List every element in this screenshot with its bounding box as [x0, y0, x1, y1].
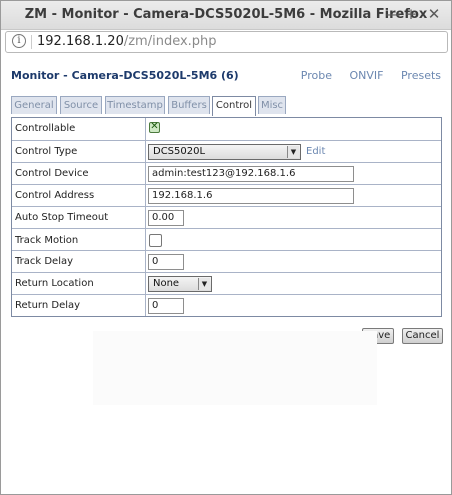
track-delay-label: Track Delay: [15, 256, 74, 267]
tab-source[interactable]: Source: [60, 96, 102, 114]
chevron-down-icon: ▼: [287, 146, 299, 158]
control-type-label: Control Type: [15, 146, 78, 157]
return-location-value: None: [153, 278, 180, 289]
presets-link[interactable]: Presets: [401, 69, 441, 82]
control-type-select[interactable]: DCS5020L ▼: [148, 144, 301, 160]
tab-misc[interactable]: Misc: [258, 96, 286, 114]
chevron-down-icon: ▼: [198, 278, 210, 290]
page-title: Monitor - Camera-DCS5020L-5M6 (6): [11, 69, 239, 82]
row-control-device: Control Device admin:test123@192.168.1.6: [12, 162, 441, 185]
control-type-value: DCS5020L: [153, 146, 206, 157]
minimize-button[interactable]: —: [384, 5, 402, 23]
onvif-link[interactable]: ONVIF: [349, 69, 383, 82]
tab-buffers[interactable]: Buffers: [168, 96, 210, 114]
url-host: 192.168.1.20: [37, 34, 124, 49]
control-address-input[interactable]: 192.168.1.6: [148, 188, 354, 204]
control-settings-table: Controllable ✕ Control Type DCS5020L ▼ E…: [11, 117, 442, 317]
control-device-label: Control Device: [15, 168, 89, 179]
control-device-input[interactable]: admin:test123@192.168.1.6: [148, 166, 354, 182]
row-return-delay: Return Delay 0: [12, 294, 441, 317]
url-text[interactable]: 192.168.1.20/zm/index.php: [37, 34, 217, 49]
tab-general[interactable]: General: [11, 96, 57, 114]
url-path: /zm/index.php: [123, 34, 217, 49]
track-motion-checkbox[interactable]: [149, 234, 162, 247]
check-mark-icon: ✕: [150, 121, 159, 132]
controllable-checkbox[interactable]: ✕: [149, 121, 160, 133]
row-auto-stop-timeout: Auto Stop Timeout 0.00: [12, 206, 441, 229]
info-icon[interactable]: i: [12, 34, 26, 48]
top-links: Probe ONVIF Presets: [287, 69, 441, 82]
control-address-label: Control Address: [15, 190, 95, 201]
control-type-edit-link[interactable]: Edit: [306, 146, 325, 157]
auto-stop-timeout-label: Auto Stop Timeout: [15, 212, 109, 223]
browser-window: ZM - Monitor - Camera-DCS5020L-5M6 - Moz…: [0, 0, 452, 495]
row-controllable: Controllable ✕: [12, 118, 441, 140]
row-track-delay: Track Delay 0: [12, 250, 441, 273]
return-delay-input[interactable]: 0: [148, 298, 184, 314]
row-control-type: Control Type DCS5020L ▼ Edit: [12, 140, 441, 163]
probe-link[interactable]: Probe: [301, 69, 332, 82]
return-location-select[interactable]: None ▼: [148, 276, 212, 292]
tab-control[interactable]: Control: [212, 96, 256, 116]
controllable-label: Controllable: [15, 123, 76, 134]
auto-stop-timeout-input[interactable]: 0.00: [148, 210, 184, 226]
title-bar: ZM - Monitor - Camera-DCS5020L-5M6 - Moz…: [1, 1, 451, 30]
return-location-label: Return Location: [15, 278, 94, 289]
row-control-address: Control Address 192.168.1.6: [12, 184, 441, 207]
track-motion-label: Track Motion: [15, 235, 79, 246]
cancel-button[interactable]: Cancel: [402, 328, 443, 344]
return-delay-label: Return Delay: [15, 300, 81, 311]
track-delay-input[interactable]: 0: [148, 254, 184, 270]
tab-timestamp[interactable]: Timestamp: [105, 96, 165, 114]
row-return-location: Return Location None ▼: [12, 272, 441, 295]
maximize-button[interactable]: +: [402, 5, 420, 23]
row-track-motion: Track Motion: [12, 228, 441, 251]
close-button[interactable]: ✕: [425, 5, 443, 23]
background-panel: [93, 331, 377, 405]
address-bar[interactable]: i 192.168.1.20/zm/index.php: [5, 31, 448, 53]
url-separator: [31, 35, 32, 49]
